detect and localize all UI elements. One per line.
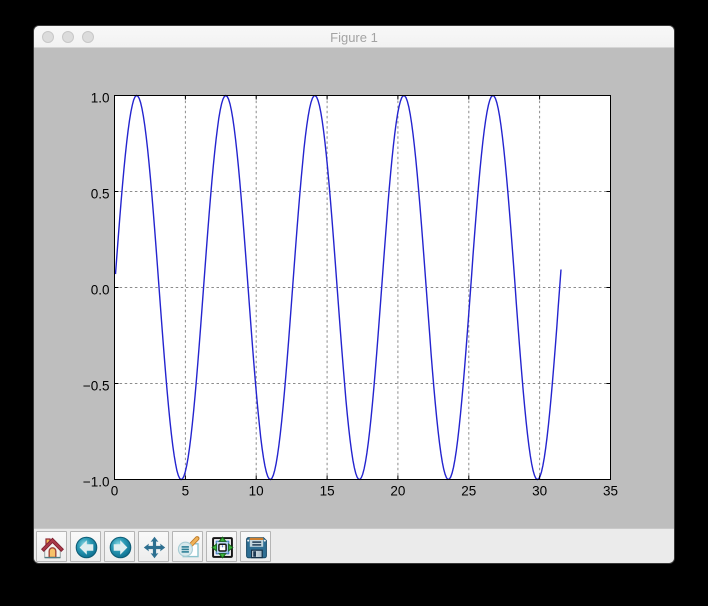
svg-text:0: 0 bbox=[111, 484, 119, 499]
svg-text:20: 20 bbox=[390, 484, 405, 499]
svg-text:10: 10 bbox=[249, 484, 264, 499]
svg-text:35: 35 bbox=[603, 484, 618, 499]
svg-text:0.5: 0.5 bbox=[91, 187, 110, 202]
svg-text:0.0: 0.0 bbox=[91, 283, 110, 298]
svg-text:−0.5: −0.5 bbox=[83, 379, 110, 394]
svg-text:30: 30 bbox=[532, 484, 547, 499]
svg-text:−1.0: −1.0 bbox=[83, 475, 110, 490]
svg-text:25: 25 bbox=[461, 484, 476, 499]
svg-text:15: 15 bbox=[320, 484, 335, 499]
svg-text:5: 5 bbox=[182, 484, 190, 499]
svg-text:1.0: 1.0 bbox=[91, 91, 110, 106]
